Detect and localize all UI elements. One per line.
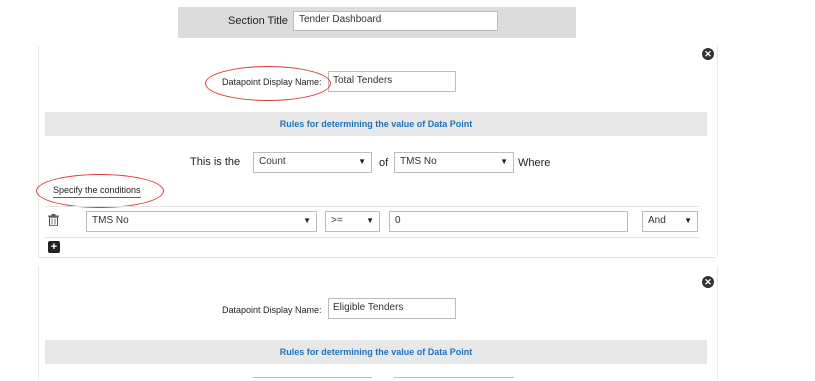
condition-joiner-select[interactable]: And ▼ — [642, 211, 698, 232]
rules-heading: Rules for determining the value of Data … — [45, 112, 707, 136]
caret-down-icon: ▼ — [358, 157, 366, 166]
close-icon[interactable]: ✕ — [702, 48, 714, 60]
section-title-label: Section Title — [228, 15, 288, 27]
caret-down-icon: ▼ — [500, 157, 508, 166]
condition-field-select[interactable]: TMS No ▼ — [86, 211, 317, 232]
datapoint-display-name-input[interactable]: Total Tenders — [328, 71, 456, 92]
rules-heading: Rules for determining the value of Data … — [45, 340, 707, 364]
aggregate-select[interactable] — [253, 377, 372, 381]
field-select[interactable]: TMS No ▼ — [394, 152, 514, 173]
caret-down-icon: ▼ — [303, 216, 311, 225]
condition-operator-select[interactable]: >= ▼ — [325, 211, 380, 232]
annotation-oval — [205, 66, 331, 101]
close-icon[interactable]: ✕ — [702, 276, 714, 288]
card-divider — [38, 257, 716, 258]
of-label: of — [379, 157, 389, 169]
field-select-value: TMS No — [400, 156, 437, 167]
condition-operator-value: >= — [331, 215, 343, 226]
sentence-prefix: This is the — [190, 156, 241, 168]
plus-square-icon[interactable]: + — [48, 241, 60, 253]
caret-down-icon: ▼ — [366, 216, 374, 225]
aggregate-select-value: Count — [259, 156, 286, 167]
aggregate-select[interactable]: Count ▼ — [253, 152, 372, 173]
condition-joiner-value: And — [648, 215, 666, 226]
datapoint-display-name-input[interactable]: Eligible Tenders — [328, 298, 456, 319]
condition-value-input[interactable]: 0 — [389, 211, 628, 232]
section-title-input[interactable]: Tender Dashboard — [293, 11, 498, 31]
trash-icon[interactable] — [48, 214, 59, 226]
datapoint-display-name-label: Datapoint Display Name: — [222, 305, 322, 315]
where-label: Where — [518, 157, 551, 169]
field-select[interactable] — [394, 377, 514, 381]
condition-field-value: TMS No — [92, 215, 129, 226]
annotation-oval — [36, 174, 164, 208]
caret-down-icon: ▼ — [684, 216, 692, 225]
